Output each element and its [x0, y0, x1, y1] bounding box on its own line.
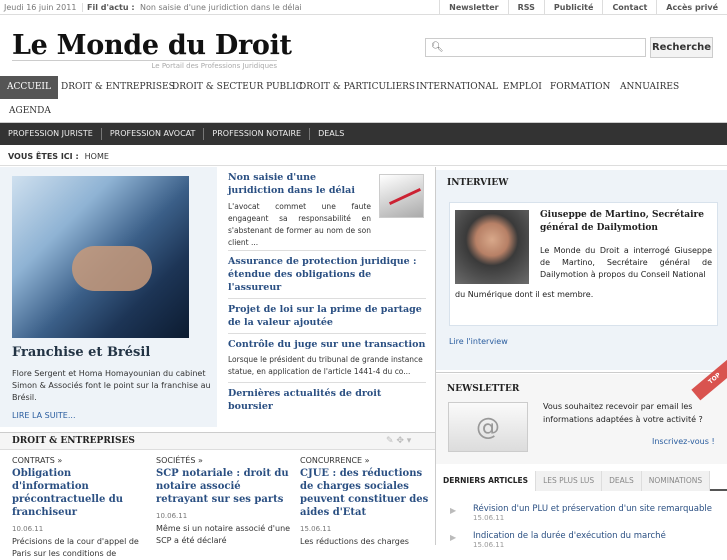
interview-card: Giuseppe de Martino, Secrétaire général …	[449, 202, 718, 326]
latest-article-title[interactable]: Indication de la durée d'exécution du ma…	[473, 531, 723, 541]
news-item-summary: L'avocat commet une faute engageant sa r…	[228, 202, 371, 247]
section-tools-icon[interactable]: ✎ ✥ ▾	[386, 436, 411, 446]
latest-article-title[interactable]: Révision d'un PLU et préservation d'un s…	[473, 504, 723, 514]
search-button[interactable]: Recherche	[650, 37, 713, 58]
news-item-title[interactable]: Assurance de protection juridique : éten…	[228, 255, 426, 294]
article-summary: Les réductions des charges	[300, 537, 409, 546]
divider	[0, 165, 727, 166]
news-ticker-label: Fil d'actu :	[87, 3, 135, 12]
subnav-profession-avocat[interactable]: PROFESSION AVOCAT	[102, 128, 205, 140]
nav-item-formation[interactable]: FORMATION	[543, 76, 617, 99]
article-summary: Même si un notaire associé d'une SCP a é…	[156, 524, 291, 545]
news-item: Projet de loi sur la prime de partage de…	[228, 299, 426, 334]
news-thumbnail-pen[interactable]	[379, 174, 424, 218]
category-link[interactable]: CONTRATS »	[12, 456, 147, 465]
tab-les-plus-lus[interactable]: LES PLUS LUS	[536, 471, 603, 491]
subnav-deals[interactable]: DEALS	[310, 128, 352, 140]
section-column: SOCIÉTÉS » SCP notariale : droit du nota…	[156, 456, 291, 547]
latest-article: Révision d'un PLU et préservation d'un s…	[473, 504, 723, 522]
article-date: 10.06.11	[12, 525, 44, 533]
featured-title[interactable]: Franchise et Brésil	[12, 345, 150, 360]
search-input[interactable]: 🔍︎	[425, 38, 646, 57]
read-interview-link[interactable]: Lire l'interview	[449, 337, 508, 346]
newsletter-heading: NEWSLETTER	[447, 384, 520, 394]
contact-link[interactable]: Contact	[602, 0, 656, 15]
breadcrumb-label: VOUS ÊTES ICI :	[8, 152, 79, 161]
nav-item-international[interactable]: INTERNATIONAL	[409, 76, 505, 99]
article-date: 15.06.11	[300, 525, 332, 533]
interview-summary-end: du Numérique dont il est membre.	[455, 290, 594, 299]
category-link[interactable]: CONCURRENCE »	[300, 456, 435, 465]
featured-article: Franchise et Brésil Flore Sergent et Hom…	[0, 167, 217, 427]
news-list: Non saisie d'une juridiction dans le dél…	[228, 167, 426, 417]
search-icon: 🔍︎	[431, 42, 444, 53]
arrow-bullet-icon: ▶	[450, 533, 457, 542]
utility-links: Newsletter RSS Publicité Contact Accès p…	[439, 0, 727, 15]
article-date: 10.06.11	[156, 512, 188, 520]
breadcrumb-current[interactable]: HOME	[85, 152, 109, 161]
tab-nominations[interactable]: NOMINATIONS	[641, 471, 711, 491]
read-more-link[interactable]: LIRE LA SUITE...	[12, 411, 76, 420]
nav-item-droit-particuliers[interactable]: DROIT & PARTICULIERS	[292, 76, 422, 99]
breadcrumb: VOUS ÊTES ICI : HOME	[8, 152, 109, 161]
sub-navigation: PROFESSION JURISTE PROFESSION AVOCAT PRO…	[0, 123, 727, 145]
tab-deals[interactable]: DEALS	[602, 471, 642, 491]
latest-article-date: 15.06.11	[473, 541, 505, 549]
news-item-summary: Lorsque le président du tribunal de gran…	[228, 355, 423, 376]
featured-image-handshake[interactable]	[12, 176, 189, 338]
section-title[interactable]: DROIT & ENTREPRISES	[12, 436, 135, 446]
nav-item-accueil[interactable]: ACCUEIL	[0, 76, 58, 99]
news-item: Dernières actualités de droit boursier	[228, 383, 426, 417]
articles-tabs: DERNIERS ARTICLES LES PLUS LUS DEALS NOM…	[436, 471, 727, 491]
arrow-bullet-icon: ▶	[450, 506, 457, 515]
rss-link[interactable]: RSS	[507, 0, 544, 15]
news-item-title[interactable]: Non saisie d'une juridiction dans le dél…	[228, 171, 368, 197]
section-column: CONTRATS » Obligation d'information préc…	[12, 456, 147, 560]
category-link[interactable]: SOCIÉTÉS »	[156, 456, 291, 465]
advertising-link[interactable]: Publicité	[543, 0, 603, 15]
news-ticker-link[interactable]: Non saisie d'une juridiction dans le dél…	[140, 3, 302, 12]
newsletter-signup-link[interactable]: Inscrivez-vous !	[652, 437, 715, 446]
news-item-title[interactable]: Dernières actualités de droit boursier	[228, 387, 426, 413]
article-title[interactable]: Obligation d'information précontractuell…	[12, 467, 147, 519]
article-title[interactable]: SCP notariale : droit du notaire associé…	[156, 467, 291, 506]
news-item-title[interactable]: Projet de loi sur la prime de partage de…	[228, 303, 426, 329]
interview-box: INTERVIEW Giuseppe de Martino, Secrétair…	[436, 170, 727, 370]
subnav-profession-juriste[interactable]: PROFESSION JURISTE	[0, 128, 102, 140]
news-item: Contrôle du juge sur une transaction Lor…	[228, 334, 426, 383]
main-navigation: ACCUEIL DROIT & ENTREPRISES DROIT & SECT…	[0, 76, 727, 123]
newsletter-link[interactable]: Newsletter	[439, 0, 507, 15]
section-column: CONCURRENCE » CJUE : des réductions de c…	[300, 456, 435, 548]
article-title[interactable]: CJUE : des réductions de charges sociale…	[300, 467, 435, 519]
news-item-title[interactable]: Contrôle du juge sur une transaction	[228, 338, 426, 351]
private-access-link[interactable]: Accès privé	[656, 0, 727, 15]
interview-heading: INTERVIEW	[447, 178, 509, 188]
interviewee-name[interactable]: Giuseppe de Martino, Secrétaire général …	[540, 209, 712, 235]
interviewee-photo[interactable]	[455, 210, 529, 284]
latest-article: Indication de la durée d'exécution du ma…	[473, 531, 723, 549]
nav-item-droit-entreprises[interactable]: DROIT & ENTREPRISES	[54, 76, 182, 99]
newsletter-box: NEWSLETTER @ Vous souhaitez recevoir par…	[436, 374, 727, 464]
divider	[436, 372, 727, 373]
news-item: Assurance de protection juridique : éten…	[228, 251, 426, 299]
latest-article-date: 15.06.11	[473, 514, 505, 522]
site-tagline: Le Portail des Professions Juridiques	[12, 60, 277, 70]
current-date: Jeudi 16 juin 2011	[4, 3, 84, 12]
nav-item-agenda[interactable]: AGENDA	[2, 100, 58, 123]
article-summary: Précisions de la cour d'appel de Paris s…	[12, 537, 139, 558]
news-item: Non saisie d'une juridiction dans le dél…	[228, 167, 426, 251]
subnav-profession-notaire[interactable]: PROFESSION NOTAIRE	[204, 128, 311, 140]
nav-item-droit-secteur-public[interactable]: DROIT & SECTEUR PUBLIC	[165, 76, 310, 99]
tab-derniers-articles[interactable]: DERNIERS ARTICLES	[436, 471, 537, 491]
site-logo[interactable]: Le Monde du Droit	[12, 30, 292, 61]
email-at-icon: @	[448, 402, 528, 452]
newsletter-text: Vous souhaitez recevoir par email les in…	[543, 402, 703, 424]
top-bar: Jeudi 16 juin 2011 Fil d'actu : Non sais…	[0, 0, 727, 15]
nav-item-annuaires[interactable]: ANNUAIRES	[613, 76, 686, 99]
interview-summary: Le Monde du Droit a interrogé Giuseppe d…	[540, 246, 712, 279]
featured-summary: Flore Sergent et Homa Homayounian du cab…	[12, 369, 211, 402]
nav-item-emploi[interactable]: EMPLOI	[496, 76, 549, 99]
section-header-droit-entreprises: DROIT & ENTREPRISES ✎ ✥ ▾	[0, 432, 435, 450]
